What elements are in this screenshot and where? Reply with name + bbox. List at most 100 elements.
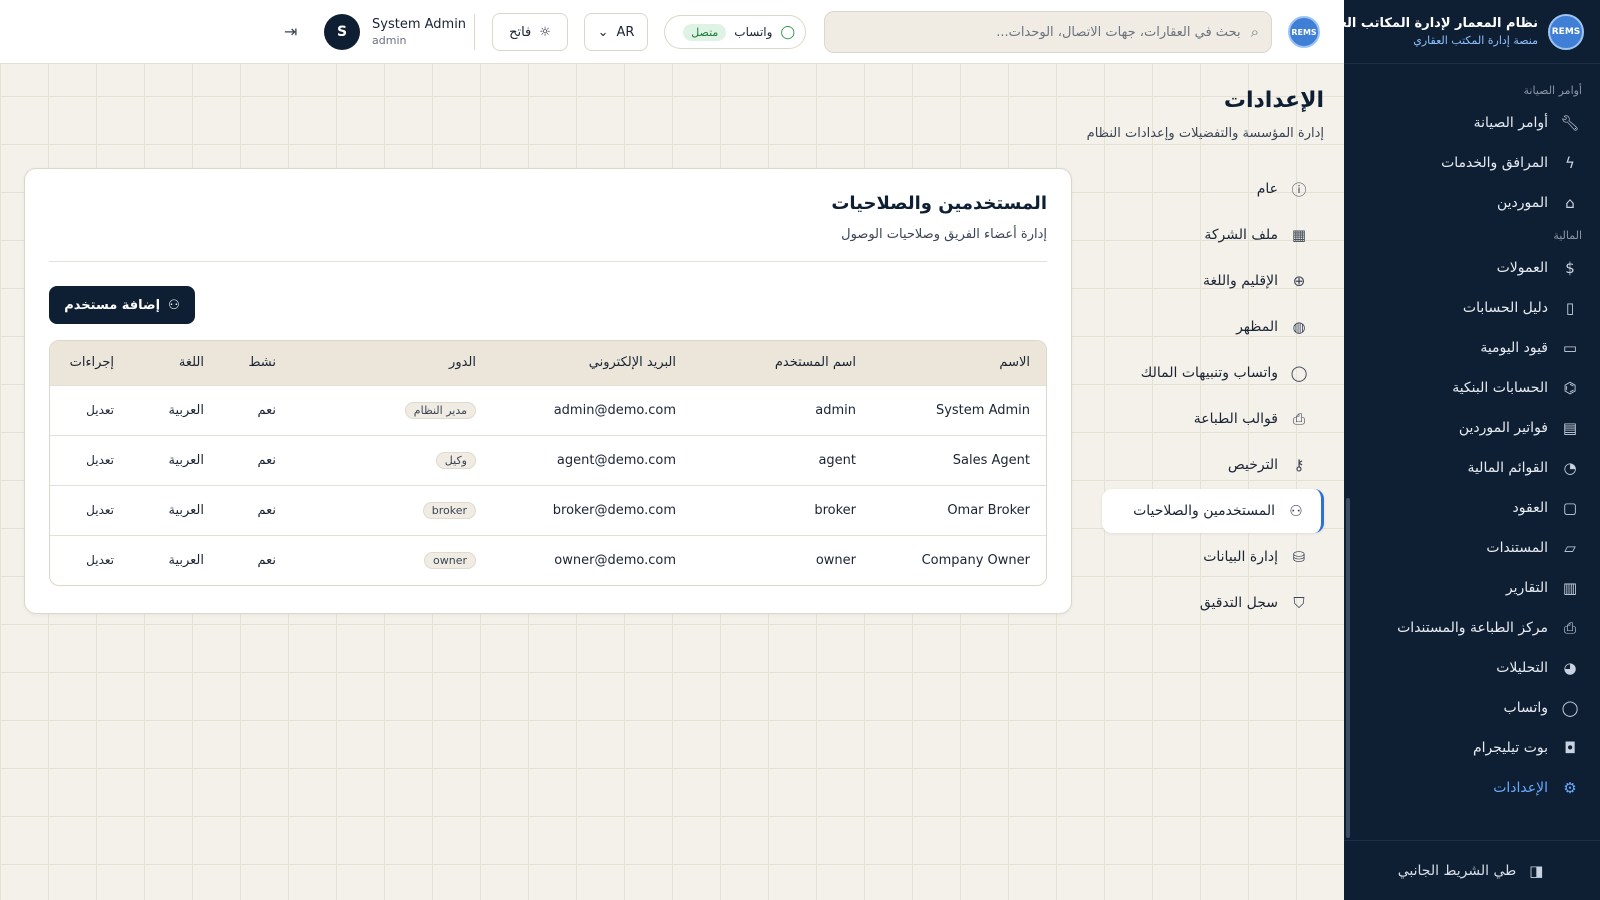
header-actions: إجراءات: [69, 355, 114, 371]
sidebar-item-journal-entries[interactable]: ▭ قيود اليومية: [1356, 328, 1588, 368]
settings-tab-appearance[interactable]: ◍ المظهر: [1102, 304, 1324, 350]
settings-tab-company-profile[interactable]: ▦ ملف الشركة: [1102, 212, 1324, 258]
sidebar: REMS نظام المعمار لإدارة المكاتب العقاري…: [1305, 0, 1600, 900]
sun-icon: ☼: [539, 24, 551, 40]
dollar-icon: $: [1565, 259, 1575, 277]
shield-icon: ⛉: [1293, 594, 1305, 612]
sidebar-item-whatsapp[interactable]: ◯ واتساب: [1356, 688, 1588, 728]
settings-tab-audit-log[interactable]: ⛉ سجل التدقيق: [1102, 580, 1324, 626]
sidebar-item-label: فواتير الموردين: [1458, 420, 1548, 436]
edit-user-button[interactable]: تعديل: [86, 553, 114, 567]
settings-tab-print-templates[interactable]: ⎙ قوالب الطباعة: [1102, 396, 1324, 442]
bolt-icon: ϟ: [1565, 154, 1575, 172]
sidebar-item-label: قيود اليومية: [1480, 340, 1548, 356]
cell-active: نعم: [257, 502, 276, 518]
sidebar-item-label: العمولات: [1496, 260, 1548, 276]
sidebar-section-finance: المالية: [1553, 229, 1582, 242]
cell-username: owner: [815, 552, 856, 568]
header-name: الاسم: [999, 355, 1030, 371]
divider: [474, 14, 475, 50]
chat-icon: ◯: [1290, 364, 1308, 382]
page-subtitle: إدارة المؤسسة والتفضيلات وإعدادات النظام: [1086, 126, 1324, 141]
edit-user-button[interactable]: تعديل: [86, 403, 114, 417]
search-box[interactable]: ⌕: [824, 11, 1272, 53]
table-row: System Admin admin admin@demo.com مدير ا…: [50, 385, 1046, 435]
sidebar-item-label: واتساب: [1503, 700, 1548, 716]
sidebar-item-print-center[interactable]: ⎙ مركز الطباعة والمستندات: [1356, 608, 1588, 648]
globe-icon: ⊕: [1292, 272, 1306, 290]
edit-user-button[interactable]: تعديل: [86, 503, 114, 517]
sidebar-item-bank-accounts[interactable]: ⌬ الحسابات البنكية: [1356, 368, 1588, 408]
settings-tab-data-management[interactable]: ⛁ إدارة البيانات: [1102, 534, 1324, 580]
users-table: الاسم اسم المستخدم البريد الإلكتروني الد…: [50, 341, 1046, 585]
cell-active: نعم: [257, 552, 276, 568]
collapse-sidebar-button[interactable]: ◨ طي الشريط الجانبي: [1344, 840, 1600, 900]
cell-active: نعم: [257, 402, 276, 418]
sidebar-item-reports[interactable]: ▥ التقارير: [1356, 568, 1588, 608]
sidebar-item-vendors[interactable]: ⌂ الموردين: [1356, 183, 1588, 223]
theme-toggle-button[interactable]: ☼ فاتح: [492, 13, 568, 51]
search-icon: ⌕: [1250, 23, 1259, 41]
settings-tab-label: ملف الشركة: [1204, 227, 1278, 243]
top-bar: REMS ⌕ ◯ واتساب متصل ⌄ AR ☼ فاتح S Syste…: [0, 0, 1344, 64]
cell-role: وكيل: [292, 435, 492, 485]
sidebar-scrollbar[interactable]: [1346, 498, 1350, 838]
settings-tab-license[interactable]: ⚷ الترخيص: [1102, 442, 1324, 488]
sidebar-item-label: بوت تيليجرام: [1472, 740, 1548, 756]
cell-username: admin: [815, 402, 856, 418]
settings-tab-whatsapp-alerts[interactable]: ◯ واتساب وتنبيهات المالك: [1102, 350, 1324, 396]
sidebar-item-analytics[interactable]: ◕ التحليلات: [1356, 648, 1588, 688]
cell-name: System Admin: [935, 402, 1030, 418]
edit-user-button[interactable]: تعديل: [86, 453, 114, 467]
palette-icon: ◍: [1292, 318, 1306, 336]
divider: [49, 261, 1047, 262]
settings-tab-general[interactable]: ⓘ عام: [1102, 166, 1324, 212]
sidebar-item-chart-of-accounts[interactable]: ▯ دليل الحسابات: [1356, 288, 1588, 328]
role-badge: مدير النظام: [404, 401, 476, 419]
settings-tab-label: المستخدمين والصلاحيات: [1133, 503, 1275, 519]
sidebar-item-commissions[interactable]: $ العمولات: [1356, 248, 1588, 288]
settings-tab-label: عام: [1256, 181, 1278, 197]
sidebar-item-settings[interactable]: ⚙ الإعدادات: [1356, 768, 1588, 808]
vendor-icon: ⌂: [1565, 194, 1575, 212]
table-row: Omar Broker broker broker@demo.com broke…: [50, 485, 1046, 535]
pie-chart-icon: ◔: [1563, 459, 1577, 477]
analytics-icon: ◕: [1563, 659, 1577, 677]
language-switcher[interactable]: ⌄ AR: [584, 13, 648, 51]
sidebar-item-utilities[interactable]: ϟ المرافق والخدمات: [1356, 143, 1588, 183]
gear-icon: ⚙: [1563, 779, 1577, 797]
role-badge: owner: [424, 551, 476, 569]
user-menu[interactable]: S System Admin admin: [324, 14, 466, 50]
sidebar-item-label: المستندات: [1486, 540, 1548, 556]
logout-icon[interactable]: ⇥: [284, 22, 297, 41]
settings-tab-label: إدارة البيانات: [1203, 549, 1278, 565]
sidebar-section-maintenance: أوامر الصيانة: [1523, 84, 1582, 97]
sidebar-item-vendor-invoices[interactable]: ▤ فواتير الموردين: [1356, 408, 1588, 448]
settings-tab-users-permissions[interactable]: ⚇ المستخدمين والصلاحيات: [1102, 489, 1324, 533]
sidebar-item-telegram-bot[interactable]: ◘ بوت تيليجرام: [1356, 728, 1588, 768]
search-input[interactable]: [837, 24, 1241, 40]
cell-username: agent: [818, 452, 856, 468]
cell-email: owner@demo.com: [554, 552, 676, 568]
info-icon: ⓘ: [1291, 180, 1307, 199]
sidebar-item-maintenance-orders[interactable]: 🔧︎ أوامر الصيانة: [1356, 103, 1588, 143]
sidebar-item-contracts[interactable]: ▢ العقود: [1356, 488, 1588, 528]
sidebar-item-documents[interactable]: ▱ المستندات: [1356, 528, 1588, 568]
status-badge: متصل: [683, 23, 727, 41]
header-language: اللغة: [178, 355, 204, 371]
sidebar-item-financial-statements[interactable]: ◔ القوائم المالية: [1356, 448, 1588, 488]
database-icon: ⛁: [1292, 548, 1306, 566]
cell-name: Company Owner: [921, 552, 1030, 568]
wrench-icon: 🔧︎: [1560, 114, 1580, 132]
panel-collapse-icon: ◨: [1529, 861, 1544, 880]
cell-active: نعم: [257, 452, 276, 468]
settings-tab-label: المظهر: [1236, 319, 1278, 335]
sidebar-nav: أوامر الصيانة 🔧︎ أوامر الصيانة ϟ المرافق…: [1344, 64, 1600, 808]
role-badge: وكيل: [435, 451, 476, 469]
settings-tab-label: الإقليم واللغة: [1202, 273, 1278, 289]
settings-tab-region-language[interactable]: ⊕ الإقليم واللغة: [1102, 258, 1324, 304]
settings-tab-label: سجل التدقيق: [1199, 595, 1278, 611]
user-name: System Admin: [372, 17, 467, 32]
add-user-button[interactable]: ⚇ إضافة مستخدم: [49, 286, 195, 324]
whatsapp-status-pill[interactable]: ◯ واتساب متصل: [664, 15, 806, 49]
